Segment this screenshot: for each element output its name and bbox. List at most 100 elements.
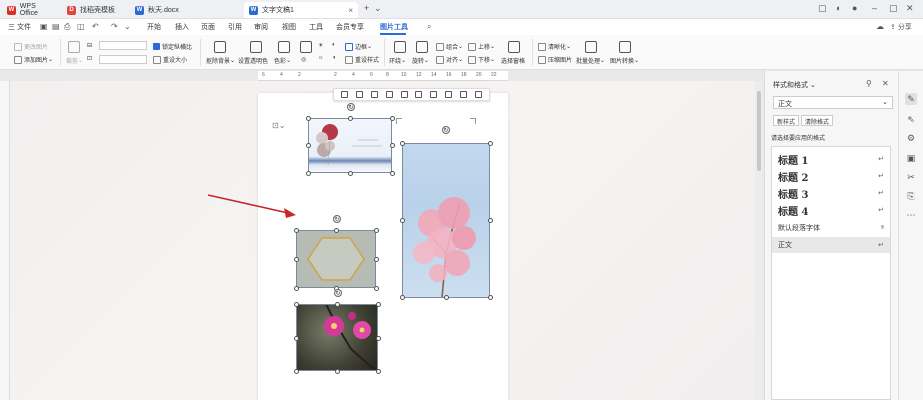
vertical-ruler[interactable] xyxy=(0,81,10,400)
picture-convert-icon[interactable] xyxy=(619,41,631,53)
tab-document1[interactable]: W 文字文稿1 × xyxy=(244,2,358,18)
resize-handle[interactable] xyxy=(294,257,299,262)
remove-bg-icon[interactable] xyxy=(214,41,226,53)
tab-wps-office[interactable]: W WPS Office xyxy=(2,2,60,18)
menu-tools[interactable]: 工具 xyxy=(309,22,323,32)
selection-pane-button[interactable]: 选择窗格 xyxy=(501,56,525,65)
transparent-color-icon[interactable] xyxy=(250,41,262,53)
minimize-icon[interactable]: – xyxy=(872,3,877,13)
print-preview-icon[interactable]: ◫ xyxy=(77,22,85,31)
clear-format-button[interactable]: 清除格式 xyxy=(801,115,834,126)
rotate-button[interactable]: 旋转 ⌄ xyxy=(412,56,429,65)
align-center-icon[interactable] xyxy=(370,91,378,98)
resize-handle[interactable] xyxy=(348,171,353,176)
resize-handle[interactable] xyxy=(294,228,299,233)
search-icon[interactable]: ⌕ xyxy=(427,22,431,32)
resize-handle[interactable] xyxy=(294,286,299,291)
resize-handle[interactable] xyxy=(390,116,395,121)
border-button[interactable]: 边框 ⌄ xyxy=(345,42,372,51)
resize-handle[interactable] xyxy=(444,295,449,300)
resize-handle[interactable] xyxy=(348,116,353,121)
contrast-up-icon[interactable]: ◐ xyxy=(332,42,336,48)
maximize-icon[interactable]: ▢ xyxy=(889,3,898,14)
align-top-icon[interactable] xyxy=(400,91,408,98)
resize-handle[interactable] xyxy=(488,295,493,300)
effects-icon[interactable] xyxy=(300,41,312,53)
more-chevron-icon[interactable]: ⌄ xyxy=(124,22,131,31)
height-input[interactable] xyxy=(99,41,147,50)
menu-member[interactable]: 会员专享 xyxy=(336,22,364,32)
close-window-icon[interactable]: ✕ xyxy=(906,3,914,14)
send-backward-button[interactable]: 下移 ⌄ xyxy=(468,55,495,64)
menu-review[interactable]: 审阅 xyxy=(254,22,268,32)
redo-icon[interactable]: ↷ xyxy=(111,22,118,31)
menu-home[interactable]: 开始 xyxy=(147,22,161,32)
set-transparent-button[interactable]: 设置透明色 xyxy=(238,56,268,65)
tab-docer[interactable]: D 找稻壳模板 xyxy=(62,2,128,18)
style-heading-2[interactable]: 标题 2 ↵ xyxy=(772,168,890,184)
wrap-layout-icon[interactable] xyxy=(340,91,348,98)
compress-picture-button[interactable]: 压缩图片 xyxy=(538,55,572,64)
menu-insert[interactable]: 插入 xyxy=(175,22,189,32)
resize-handle[interactable] xyxy=(334,228,339,233)
resize-handle[interactable] xyxy=(294,302,299,307)
resize-handle[interactable] xyxy=(376,369,381,374)
resize-handle[interactable] xyxy=(376,336,381,341)
resize-handle[interactable] xyxy=(335,302,340,307)
picture-plum-blossom[interactable] xyxy=(296,304,378,371)
crop-icon[interactable] xyxy=(68,41,80,53)
resize-handle[interactable] xyxy=(294,336,299,341)
style-normal[interactable]: 正文 ↵ xyxy=(772,237,890,253)
lock-ratio-checkbox[interactable]: 锁定纵横比 xyxy=(153,42,192,51)
style-heading-1[interactable]: 标题 1 ↵ xyxy=(772,151,890,167)
tab-autumn-doc[interactable]: W 秋天.docx xyxy=(130,2,240,18)
group-button[interactable]: 组合 ⌄ xyxy=(436,42,463,51)
style-default-font[interactable]: 默认段落字体 ª xyxy=(772,220,890,236)
export-pdf-icon[interactable]: ▤ xyxy=(52,22,60,31)
tab-list-chevron-icon[interactable]: ⌄ xyxy=(374,3,382,14)
scrollbar-thumb[interactable] xyxy=(757,91,761,171)
distribute-h-icon[interactable] xyxy=(445,91,453,98)
file-menu[interactable]: 三 文件 xyxy=(8,22,31,32)
align-right-icon[interactable] xyxy=(385,91,393,98)
cloud-sync-icon[interactable]: ☁ xyxy=(876,22,884,31)
align-left-icon[interactable] xyxy=(355,91,363,98)
save-icon[interactable]: ▣ xyxy=(40,22,48,31)
new-style-button[interactable]: 新样式 xyxy=(773,115,800,126)
resize-handle[interactable] xyxy=(488,218,493,223)
resize-handle[interactable] xyxy=(376,302,381,307)
brightness-up-icon[interactable]: ☀ xyxy=(318,42,323,49)
change-picture-button[interactable]: 更改图片 xyxy=(14,42,48,51)
rotate-icon[interactable] xyxy=(416,41,428,53)
resize-handle[interactable] xyxy=(400,218,405,223)
crop-button[interactable]: 裁剪 ⌄ xyxy=(66,56,83,65)
tools-icon[interactable]: ✂ xyxy=(905,171,917,183)
select-cursor-icon[interactable]: ⇖ xyxy=(905,113,917,125)
style-pen-icon[interactable]: ✎ xyxy=(905,93,917,105)
resize-handle[interactable] xyxy=(390,171,395,176)
brightness-down-icon[interactable]: ☼ xyxy=(318,55,324,61)
rotate-handle-icon[interactable]: ↻ xyxy=(333,215,341,223)
batch-process-button[interactable]: 批量处理 ⌄ xyxy=(576,56,605,65)
resize-handle[interactable] xyxy=(374,286,379,291)
menu-page[interactable]: 页面 xyxy=(201,22,215,32)
resize-handle[interactable] xyxy=(294,369,299,374)
vertical-scrollbar[interactable] xyxy=(755,81,763,400)
resize-handle[interactable] xyxy=(306,143,311,148)
contrast-icon[interactable]: ◎ xyxy=(301,56,306,63)
menu-view[interactable]: 视图 xyxy=(282,22,296,32)
style-heading-3[interactable]: 标题 3 ↵ xyxy=(772,185,890,201)
picture-convert-button[interactable]: 图片转换 ⌄ xyxy=(610,56,639,65)
current-style-select[interactable]: 正文 ⌄ xyxy=(773,96,893,109)
cloud-icon[interactable]: ◐ xyxy=(836,3,841,13)
resize-handle[interactable] xyxy=(400,295,405,300)
picture-icon[interactable]: ▣ xyxy=(905,152,917,164)
menu-references[interactable]: 引用 xyxy=(228,22,242,32)
rotate-handle-icon[interactable]: ↻ xyxy=(442,126,450,134)
resize-handle[interactable] xyxy=(374,257,379,262)
align-bottom-icon[interactable] xyxy=(430,91,438,98)
resize-handle[interactable] xyxy=(306,116,311,121)
reset-size-button[interactable]: 重设大小 xyxy=(153,55,187,64)
more-icon[interactable]: ⋯ xyxy=(905,209,917,221)
resize-handle[interactable] xyxy=(335,369,340,374)
